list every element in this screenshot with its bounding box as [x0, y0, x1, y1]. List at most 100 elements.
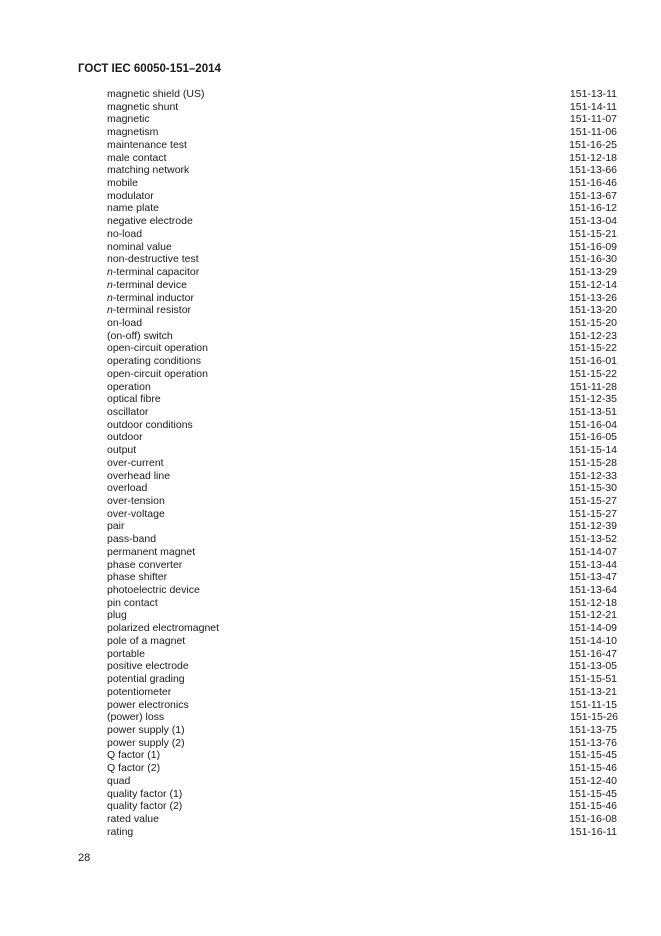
index-term-text: mobile: [107, 177, 138, 190]
index-term-text: magnetic shield (US): [107, 88, 205, 100]
index-entry: magnetic shunt 151-14-11: [107, 101, 617, 114]
index-term-text: phase shifter: [107, 571, 168, 584]
index-term: power supply (1): [107, 724, 185, 737]
index-term: pair: [107, 520, 125, 533]
index-term: polarized electromagnet: [107, 622, 219, 635]
index-entry: non-destructive test 151-16-30: [107, 253, 617, 266]
index-term: mobile: [107, 177, 138, 190]
index-code: 151-15-27: [569, 507, 617, 520]
index-entry: male contact 151-12-18: [107, 152, 617, 165]
index-code: 151-13-52: [569, 533, 617, 546]
index-term: overhead line: [107, 470, 170, 483]
index-term: oscillator: [107, 406, 148, 419]
index-term-text: over-voltage: [107, 507, 165, 520]
index-term-text: portable: [107, 647, 145, 660]
index-term: permanent magnet: [107, 546, 195, 559]
index-entry: photoelectric device 151-13-64: [107, 584, 617, 597]
index-term-text: over-current: [107, 456, 164, 469]
index-code: 151-12-21: [569, 609, 617, 622]
index-term-text: quad: [107, 774, 131, 787]
index-code: 151-11-28: [569, 380, 617, 393]
index-term-text: Q factor (2): [107, 762, 161, 775]
index-term-text: name plate: [107, 202, 159, 215]
index-term: male contact: [107, 152, 167, 165]
index-entry: name plate 151-16-12: [107, 202, 617, 215]
index-entry: optical fibre 151-12-35: [107, 393, 617, 406]
index-entry: magnetic shield (US) 151-13-11: [107, 88, 617, 101]
index-entry: open-circuit operation 151-15-22: [107, 342, 617, 355]
index-code: 151-12-33: [569, 469, 617, 482]
index-term-text: rated value: [107, 812, 159, 825]
index-term: over-current: [107, 457, 164, 470]
index-entry: output 151-15-14: [107, 444, 617, 457]
index-term-text: power supply (2): [107, 736, 185, 749]
index-term: nominal value: [107, 241, 172, 254]
index-term-text: polarized electromagnet: [107, 622, 220, 635]
index-code: 151-15-28: [569, 456, 617, 469]
index-term: magnetism: [107, 126, 158, 139]
index-code: 151-13-44: [569, 558, 617, 571]
index-term: Q factor (2): [107, 762, 160, 775]
index-term: on-load: [107, 317, 142, 330]
index-code: 151-16-12: [569, 202, 617, 215]
index-entry: (on-off) switch 151-12-23: [107, 330, 617, 343]
index-term-text: quality factor (2): [107, 800, 183, 813]
index-term: open-circuit operation: [107, 342, 208, 355]
index-code: 151-11-06: [569, 126, 617, 139]
index-code: 151-14-11: [569, 100, 617, 113]
index-term: quality factor (2): [107, 800, 182, 813]
index-entry: permanent magnet 151-14-07: [107, 546, 617, 559]
index-entry: outdoor conditions 151-16-04: [107, 419, 617, 432]
index-term: portable: [107, 648, 145, 661]
index-term-text: quality factor (1): [107, 787, 183, 800]
index-term-text: nominal value: [107, 240, 172, 253]
index-term: n-terminal capacitor: [107, 266, 199, 279]
index-code: 151-12-18: [569, 151, 617, 164]
index-code: 151-15-45: [569, 749, 617, 762]
index-entry: quality factor (2) 151-15-46: [107, 800, 617, 813]
index-code: 151-13-05: [569, 660, 617, 673]
index-term-text: overload: [107, 482, 148, 495]
index-term-text: matching network: [107, 164, 190, 177]
index-code: 151-11-07: [569, 113, 617, 126]
index-code: 151-15-26: [570, 711, 618, 724]
index-entry: on-load 151-15-20: [107, 317, 617, 330]
index-code: 151-15-21: [569, 227, 617, 240]
index-code: 151-13-51: [569, 405, 617, 418]
index-term-text: non-destructive test: [107, 253, 199, 266]
index-entry: (power) loss 151-15-26: [107, 711, 618, 724]
index-code: 151-13-20: [569, 304, 617, 317]
index-term-text: pass-band: [107, 533, 157, 546]
index-code: 151-16-05: [569, 431, 617, 444]
index-term: quality factor (1): [107, 788, 182, 801]
index-term-text: -terminal inductor: [112, 291, 194, 304]
index-term: rated value: [107, 813, 159, 826]
index-term-text: magnetic shunt: [107, 100, 179, 113]
index-code: 151-13-64: [569, 584, 617, 597]
index-term-text: (power) loss: [107, 711, 165, 724]
index-entry: n-terminal capacitor 151-13-29: [107, 266, 617, 279]
index-code: 151-15-27: [569, 495, 617, 507]
index-code: 151-15-46: [569, 800, 617, 813]
index-term: rating: [107, 826, 133, 839]
index-term: output: [107, 444, 136, 457]
index-entry: pair 151-12-39: [107, 520, 617, 533]
index-code: 151-16-11: [569, 825, 617, 838]
index-term-text: outdoor: [107, 431, 143, 444]
index-term-text: Q factor (1): [107, 749, 161, 762]
index-term-text: optical fibre: [107, 393, 161, 406]
index-term-text: phase converter: [107, 558, 183, 571]
index-entry: outdoor 151-16-05: [107, 431, 617, 444]
index-term-text: output: [107, 444, 137, 457]
index-entry: open-circuit operation 151-15-22: [107, 368, 617, 381]
index-term: potentiometer: [107, 686, 171, 699]
index-code: 151-12-18: [569, 596, 617, 609]
index-entry: Q factor (2) 151-15-46: [107, 762, 617, 775]
index-entry: nominal value 151-16-09: [107, 241, 617, 254]
index-term-text: pole of a magnet: [107, 634, 186, 647]
index-term: non-destructive test: [107, 253, 199, 266]
index-term-text: over-tension: [107, 495, 165, 507]
index-term: matching network: [107, 164, 189, 177]
index-term: optical fibre: [107, 393, 161, 406]
index-term-text: pair: [107, 520, 125, 533]
